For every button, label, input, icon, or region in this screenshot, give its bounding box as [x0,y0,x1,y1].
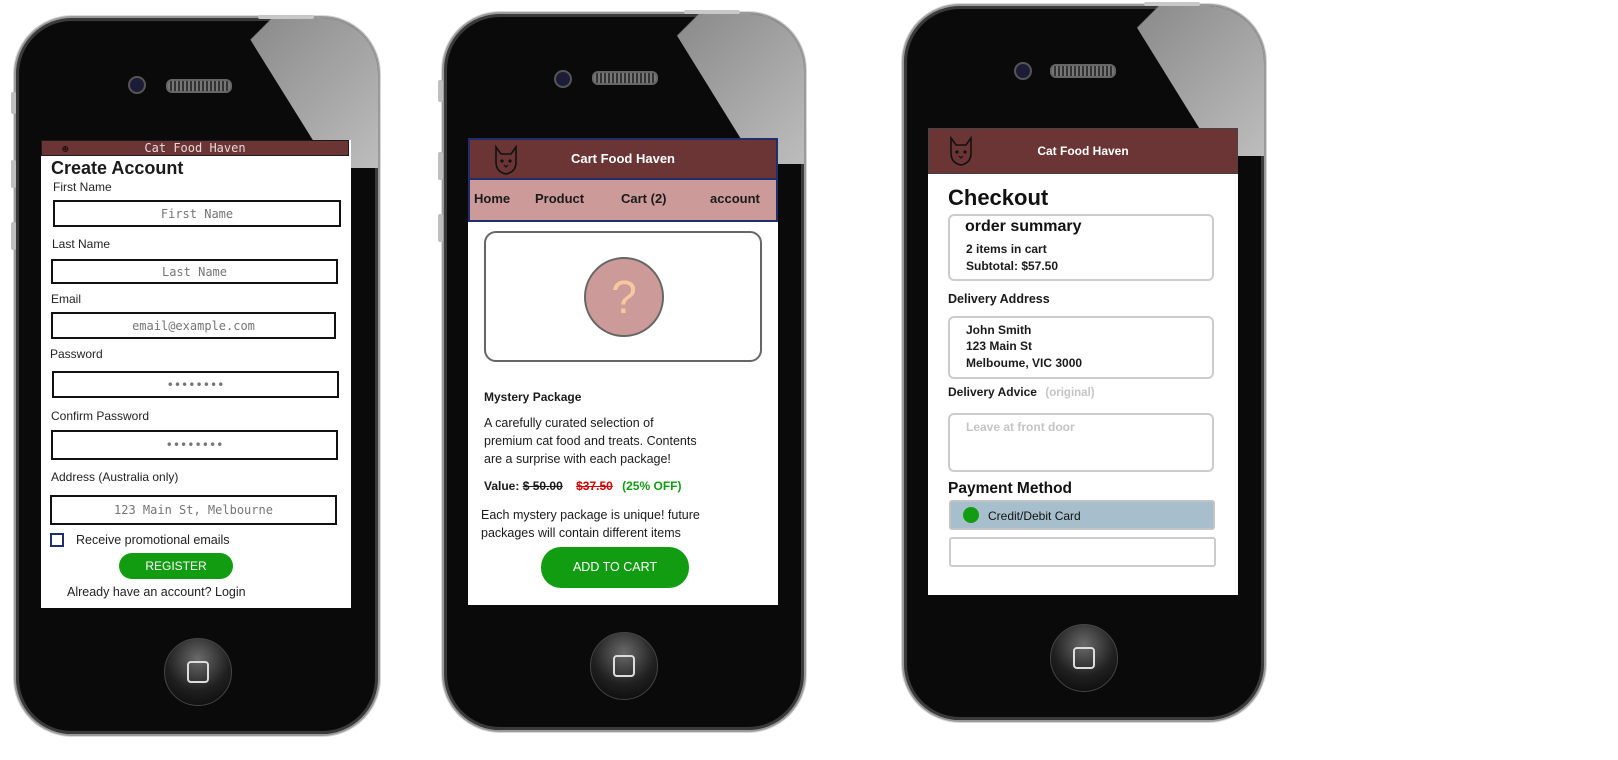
phone-frame-register: ☻ Cat Food Haven Create Account First Na… [14,16,380,736]
first-name-input[interactable] [53,200,341,227]
phone-frame-checkout: Cat Food Haven Checkout order summary 2 … [902,4,1266,722]
cat-logo-icon [950,135,972,166]
product-description-line-3: are a surprise with each package! [484,452,671,466]
home-button [590,632,658,700]
email-label: Email [51,292,82,306]
first-name-label: First Name [53,180,112,194]
payment-option-card[interactable]: Credit/Debit Card [949,500,1215,530]
volume-up-button [438,152,443,180]
power-button [1144,2,1200,6]
nav-account[interactable]: account [710,191,760,206]
app-header: ☻ Cat Food Haven [41,140,349,156]
price-row: Value: $ 50.00 $37.50 (25% OFF) [484,477,681,495]
page-title: Checkout [948,185,1049,210]
brand-name: Cart Food Haven [570,151,675,166]
address-label: Address (Australia only) [51,470,179,484]
brand-name: Cat Food Haven [1037,144,1129,158]
address-line-1: John Smith [966,323,1032,337]
product-description-line-1: A carefully curated selection of [484,416,654,430]
delivery-advice-hint: (original) [1045,387,1095,399]
value-label: Value: [484,479,520,493]
product-note-line-1: Each mystery package is unique! future [481,508,700,522]
question-mark-icon: ? [584,257,664,337]
register-screen: ☻ Cat Food Haven Create Account First Na… [41,140,351,608]
speaker-grille [166,79,232,93]
address-line-2: 123 Main St [966,339,1033,353]
sale-price: $37.50 [576,479,613,493]
order-summary-card: order summary 2 items in cart Subtotal: … [948,214,1214,281]
speaker-grille [592,71,658,85]
last-name-label: Last Name [52,237,111,251]
home-button [1050,624,1118,692]
delivery-address-card: John Smith 123 Main St Melboume, VIC 300… [948,316,1214,379]
mute-switch [438,80,443,102]
payment-option-label: Credit/Debit Card [988,509,1081,523]
card-details-input[interactable] [949,537,1216,567]
address-input[interactable] [50,495,337,525]
product-image-card: ? [484,231,762,362]
order-summary-title: order summary [965,218,1082,235]
promo-checkbox[interactable] [50,533,64,547]
app-header: Cat Food Haven [928,128,1238,174]
cat-logo-icon [495,144,517,175]
mute-switch [11,92,16,114]
promo-label: Receive promotional emails [76,533,230,547]
front-camera-icon [128,76,146,94]
confirm-password-input[interactable] [51,430,338,460]
add-to-cart-button[interactable]: ADD TO CART [541,547,689,588]
volume-down-button [11,222,16,250]
password-label: Password [50,347,103,361]
discount-badge: (25% OFF) [622,479,682,493]
nav-cart[interactable]: Cart (2) [621,191,667,206]
power-button [258,15,314,19]
items-in-cart: 2 items in cart [966,242,1047,256]
confirm-password-label: Confirm Password [51,409,150,423]
checkout-screen: Cat Food Haven Checkout order summary 2 … [928,128,1238,595]
delivery-advice-input[interactable]: Leave at front door [948,413,1214,472]
app-header: Cart Food Haven [468,138,778,180]
subtotal: Subtotal: $57.50 [966,259,1059,273]
delivery-advice-placeholder: Leave at front door [966,420,1075,434]
password-input[interactable] [52,371,339,398]
power-button [684,10,740,14]
nav-product[interactable]: Product [535,191,584,206]
original-price: $ 50.00 [522,479,563,493]
front-camera-icon [554,70,572,88]
cat-logo-icon: ☻ [62,143,69,156]
delivery-address-label: Delivery Address [948,292,1050,306]
front-camera-icon [1014,62,1032,80]
brand-name: Cat Food Haven [144,141,246,155]
nav-bar: Home Product Cart (2) account [468,180,778,222]
register-button[interactable]: REGISTER [119,553,233,579]
home-button [164,638,232,706]
radio-selected-icon [963,507,979,523]
delivery-advice-row: Delivery Advice (original) [948,383,1095,401]
delivery-advice-label: Delivery Advice [948,385,1037,399]
product-description-line-2: premium cat food and treats. Contents [484,434,697,448]
nav-home[interactable]: Home [474,191,510,206]
payment-method-label: Payment Method [948,480,1073,497]
email-input[interactable] [51,312,336,339]
volume-up-button [11,160,16,188]
product-name: Mystery Package [484,390,582,404]
speaker-grille [1050,64,1116,78]
last-name-input[interactable] [51,259,338,284]
login-link[interactable]: Already have an account? Login [67,585,246,599]
page-title: Create Account [51,158,184,178]
address-line-3: Melboume, VIC 3000 [966,356,1083,370]
product-note-line-2: packages will contain different items [481,526,681,540]
phone-frame-product: Cart Food Haven Home Product Cart (2) ac… [442,12,806,732]
product-screen: Cart Food Haven Home Product Cart (2) ac… [468,138,778,605]
volume-down-button [438,214,443,242]
